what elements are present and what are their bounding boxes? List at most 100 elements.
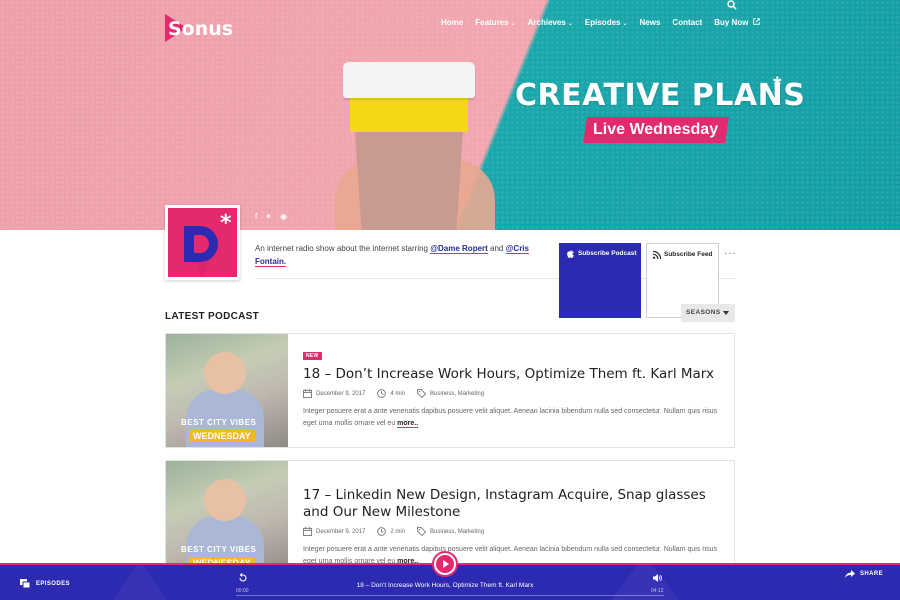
episode-categories: Business, Marketing xyxy=(417,527,484,536)
episode-title[interactable]: 17 – Linkedin New Design, Instagram Acqu… xyxy=(303,487,723,521)
show-description: An internet radio show about the interne… xyxy=(255,242,540,268)
hero-title-mark: * xyxy=(773,72,782,97)
thumbnail-caption-highlight: WEDNESDAY xyxy=(189,430,255,442)
duration-text: 2 min xyxy=(390,528,406,535)
episode-title[interactable]: 18 – Don’t Increase Work Hours, Optimize… xyxy=(303,366,723,383)
hero-ribbon: Live Wednesday xyxy=(583,117,729,143)
episode-excerpt: Integer posuere erat a ante venenatis da… xyxy=(303,406,723,429)
episode-card[interactable]: BEST CITY VIBES WEDNESDAY NEW 18 – Don’t… xyxy=(165,333,735,448)
facebook-icon[interactable]: f xyxy=(255,212,257,221)
nav-item-news[interactable]: News xyxy=(640,18,661,27)
current-time: 00:00 xyxy=(236,588,249,594)
clock-icon xyxy=(377,527,387,536)
thumbnail-caption: BEST CITY VIBES xyxy=(181,545,257,554)
play-icon xyxy=(443,560,449,568)
external-link-icon xyxy=(752,18,760,25)
total-time: 04:12 xyxy=(651,588,664,594)
nav-item-contact[interactable]: Contact xyxy=(672,18,702,27)
show-artwork: * xyxy=(165,205,240,280)
thumbnail-caption: BEST CITY VIBES xyxy=(181,418,257,427)
nav-label: Contact xyxy=(672,18,703,27)
episode-meta: December 9, 2017 4 min Business, Marketi… xyxy=(303,389,723,398)
hero-cup-lid xyxy=(343,62,475,98)
play-button[interactable] xyxy=(434,553,456,575)
episodes-button[interactable]: EPISODES xyxy=(20,579,70,588)
nav-label: Buy Now xyxy=(714,18,749,27)
categories-text[interactable]: Business, Marketing xyxy=(430,529,484,535)
episode-date: December 9, 2017 xyxy=(303,389,365,398)
rewind-icon[interactable] xyxy=(238,573,248,583)
caret-down-icon xyxy=(723,311,729,315)
host-link[interactable]: @Dame Ropert xyxy=(430,244,488,254)
instagram-icon[interactable]: ◉ xyxy=(280,212,287,221)
nav-item-archieves[interactable]: Archieves ⌄ xyxy=(528,18,573,27)
date-text: December 9, 2017 xyxy=(316,528,366,535)
apple-icon xyxy=(567,250,574,258)
seasons-dropdown[interactable]: SEASONS xyxy=(681,304,735,322)
clock-icon xyxy=(377,389,387,398)
hero-ribbon-text: Live Wednesday xyxy=(593,121,719,138)
now-playing-title: 18 – Don’t Increase Work Hours, Optimize… xyxy=(356,582,534,589)
more-options-button[interactable]: ··· xyxy=(724,248,737,259)
progress-bar[interactable] xyxy=(236,595,664,596)
hero-title: CREATIVE PLANS xyxy=(515,78,806,113)
seasons-label: SEASONS xyxy=(686,309,721,316)
more-link[interactable]: more.. xyxy=(397,419,419,428)
hero-cup xyxy=(355,132,463,230)
chevron-down-icon: ⌄ xyxy=(510,21,516,27)
nav-label: Features xyxy=(475,18,509,27)
episode-duration: 2 min xyxy=(377,527,405,536)
calendar-icon xyxy=(303,389,312,398)
play-button-inner xyxy=(436,555,454,573)
excerpt-text: Integer posuere erat a ante venenatis da… xyxy=(303,546,718,565)
twitter-icon[interactable]: ✶ xyxy=(265,212,272,221)
thumbnail-face xyxy=(204,479,246,521)
thumbnail-face xyxy=(204,352,246,394)
logo-text: Sonus xyxy=(168,18,234,40)
nav-label: Episodes xyxy=(584,18,621,27)
search-icon[interactable] xyxy=(727,0,737,10)
episode-body: 17 – Linkedin New Design, Instagram Acqu… xyxy=(303,483,723,567)
svg-text:*: * xyxy=(220,211,232,236)
subscribe-podcast-label: Subscribe Podcast xyxy=(578,250,637,257)
episode-categories: Business, Marketing xyxy=(417,389,484,398)
episode-body: NEW 18 – Don’t Increase Work Hours, Opti… xyxy=(303,344,723,429)
volume-icon[interactable] xyxy=(652,573,662,583)
nav-label: News xyxy=(639,18,661,27)
episode-thumbnail[interactable]: BEST CITY VIBES WEDNESDAY xyxy=(166,334,288,447)
nav-item-features[interactable]: Features ⌄ xyxy=(475,18,515,27)
episode-thumbnail[interactable]: BEST CITY VIBES WEDNESDAY xyxy=(166,461,288,574)
show-logo-icon: * xyxy=(168,208,237,277)
excerpt-text: Integer posuere erat a ante venenatis da… xyxy=(303,408,718,427)
site-logo[interactable]: Sonus xyxy=(165,14,233,42)
tag-icon xyxy=(417,389,427,398)
rss-icon xyxy=(653,251,661,259)
chevron-down-icon: ⌄ xyxy=(622,21,628,27)
hero-cup-sleeve xyxy=(350,96,468,132)
duration-text: 4 min xyxy=(390,390,406,397)
new-badge: NEW xyxy=(303,352,322,360)
share-label: SHARE xyxy=(860,571,884,577)
description-connector: and xyxy=(487,244,506,253)
playlist-icon xyxy=(20,579,30,588)
nav-label: Archieves xyxy=(527,18,566,27)
episodes-label: EPISODES xyxy=(36,580,70,587)
episode-meta: December 9, 2017 2 min Business, Marketi… xyxy=(303,527,723,536)
subscribe-podcast-button[interactable]: Subscribe Podcast xyxy=(559,243,641,318)
section-title: LATEST PODCAST xyxy=(165,311,260,322)
share-icon xyxy=(845,570,855,578)
nav-label: Home xyxy=(441,18,464,27)
share-button[interactable]: SHARE xyxy=(845,570,883,578)
calendar-icon xyxy=(303,527,312,536)
tag-icon xyxy=(417,527,427,536)
nav-item-home[interactable]: Home xyxy=(441,18,463,27)
hero-banner: CREATIVE PLANS * Live Wednesday xyxy=(0,0,900,230)
categories-text[interactable]: Business, Marketing xyxy=(430,391,484,397)
nav-item-episodes[interactable]: Episodes ⌄ xyxy=(585,18,628,27)
description-text: An internet radio show about the interne… xyxy=(255,244,431,253)
episode-duration: 4 min xyxy=(377,389,405,398)
nav-item-buy-now[interactable]: Buy Now xyxy=(714,18,760,27)
episode-date: December 9, 2017 xyxy=(303,527,365,536)
main-nav: Home Features ⌄ Archieves ⌄ Episodes ⌄ News… xyxy=(441,18,760,27)
date-text: December 9, 2017 xyxy=(316,390,366,397)
